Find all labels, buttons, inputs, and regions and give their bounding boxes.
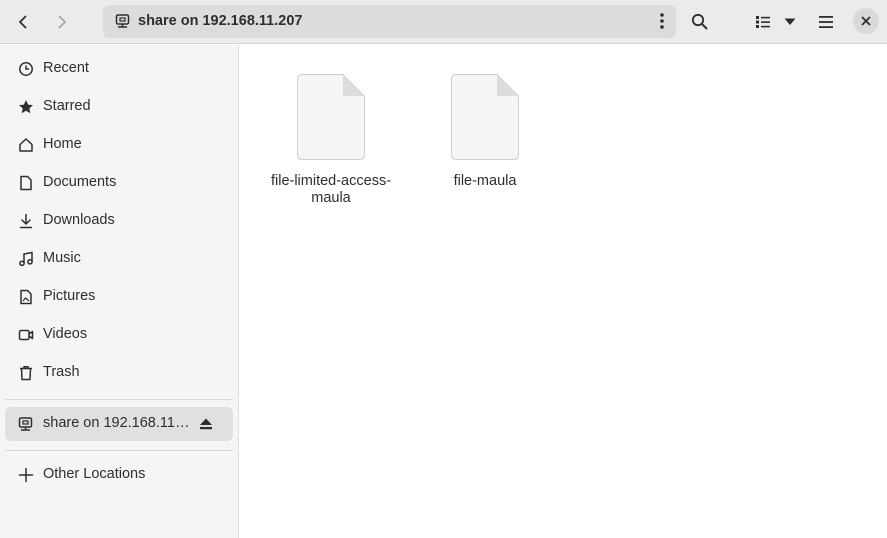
- download-icon: [19, 213, 33, 229]
- location-bar[interactable]: share on 192.168.11.207: [103, 5, 676, 38]
- video-icon: [18, 329, 34, 341]
- music-icon: [19, 251, 33, 267]
- sidebar-item-label: Downloads: [43, 212, 115, 228]
- forward-button[interactable]: [46, 6, 77, 37]
- sidebar-item-downloads[interactable]: Downloads: [5, 204, 233, 238]
- document-icon: [20, 175, 32, 191]
- close-icon: [861, 16, 871, 26]
- image-icon: [20, 289, 32, 305]
- hamburger-menu-icon: [818, 15, 833, 28]
- view-list-icon: [755, 15, 770, 28]
- file-name-label: file-maula: [453, 173, 517, 189]
- file-name-label: file-limited-access- maula: [270, 173, 392, 206]
- star-icon: [19, 100, 33, 114]
- sidebar-item-other-locations[interactable]: Other Locations: [5, 458, 233, 492]
- file-view[interactable]: file-limited-access- maula file-maula: [240, 45, 887, 538]
- sidebar-item-label: share on 192.168.11…: [43, 415, 190, 431]
- file-item[interactable]: file-limited-access- maula: [261, 73, 401, 207]
- location-path-label: share on 192.168.11.207: [138, 13, 303, 29]
- sidebar-item-label: Documents: [43, 174, 117, 190]
- sidebar-item-label: Other Locations: [43, 466, 146, 482]
- go-previous-icon: [18, 15, 26, 28]
- sidebar-item-recent[interactable]: Recent: [5, 52, 233, 86]
- view-list-button[interactable]: [747, 6, 778, 37]
- network-server-icon: [18, 417, 33, 431]
- trash-icon: [20, 366, 32, 381]
- sidebar-item-documents[interactable]: Documents: [5, 166, 233, 200]
- view-more-icon[interactable]: [659, 12, 665, 34]
- network-server-icon: [115, 13, 131, 33]
- sidebar-item-pictures[interactable]: Pictures: [5, 280, 233, 314]
- plus-icon: [18, 467, 34, 483]
- sidebar-item-label: Music: [43, 250, 81, 266]
- sidebar-item-label: Trash: [43, 364, 80, 380]
- main-menu-button[interactable]: [810, 6, 841, 37]
- sidebar-item-videos[interactable]: Videos: [5, 318, 233, 352]
- go-next-icon: [58, 15, 66, 28]
- pan-down-icon: [784, 18, 796, 25]
- clock-icon: [19, 62, 33, 76]
- view-options-dropdown[interactable]: [776, 6, 804, 37]
- search-icon: [691, 13, 708, 30]
- sidebar-item-label: Recent: [43, 60, 89, 76]
- sidebar-item-starred[interactable]: Starred: [5, 90, 233, 124]
- sidebar-item-label: Pictures: [43, 288, 96, 304]
- eject-icon[interactable]: [199, 417, 213, 431]
- sidebar-item-label: Starred: [43, 98, 91, 114]
- sidebar-separator: [5, 399, 233, 400]
- home-icon: [19, 138, 33, 152]
- search-button[interactable]: [684, 6, 715, 37]
- header-bar: share on 192.168.11.207: [0, 0, 887, 44]
- text-file-icon: [297, 74, 365, 160]
- text-file-icon: [451, 74, 519, 160]
- sidebar-item-label: Home: [43, 136, 82, 152]
- close-window-button[interactable]: [853, 8, 879, 34]
- sidebar-item-home[interactable]: Home: [5, 128, 233, 162]
- sidebar-item-trash[interactable]: Trash: [5, 356, 233, 390]
- sidebar-item-label: Videos: [43, 326, 88, 342]
- sidebar-separator: [5, 450, 233, 451]
- sidebar: Recent Starred Home Documents Downloads …: [0, 45, 239, 538]
- file-item[interactable]: file-maula: [415, 73, 555, 190]
- back-button[interactable]: [7, 6, 38, 37]
- sidebar-item-music[interactable]: Music: [5, 242, 233, 276]
- sidebar-item-network-share[interactable]: share on 192.168.11…: [5, 407, 233, 441]
